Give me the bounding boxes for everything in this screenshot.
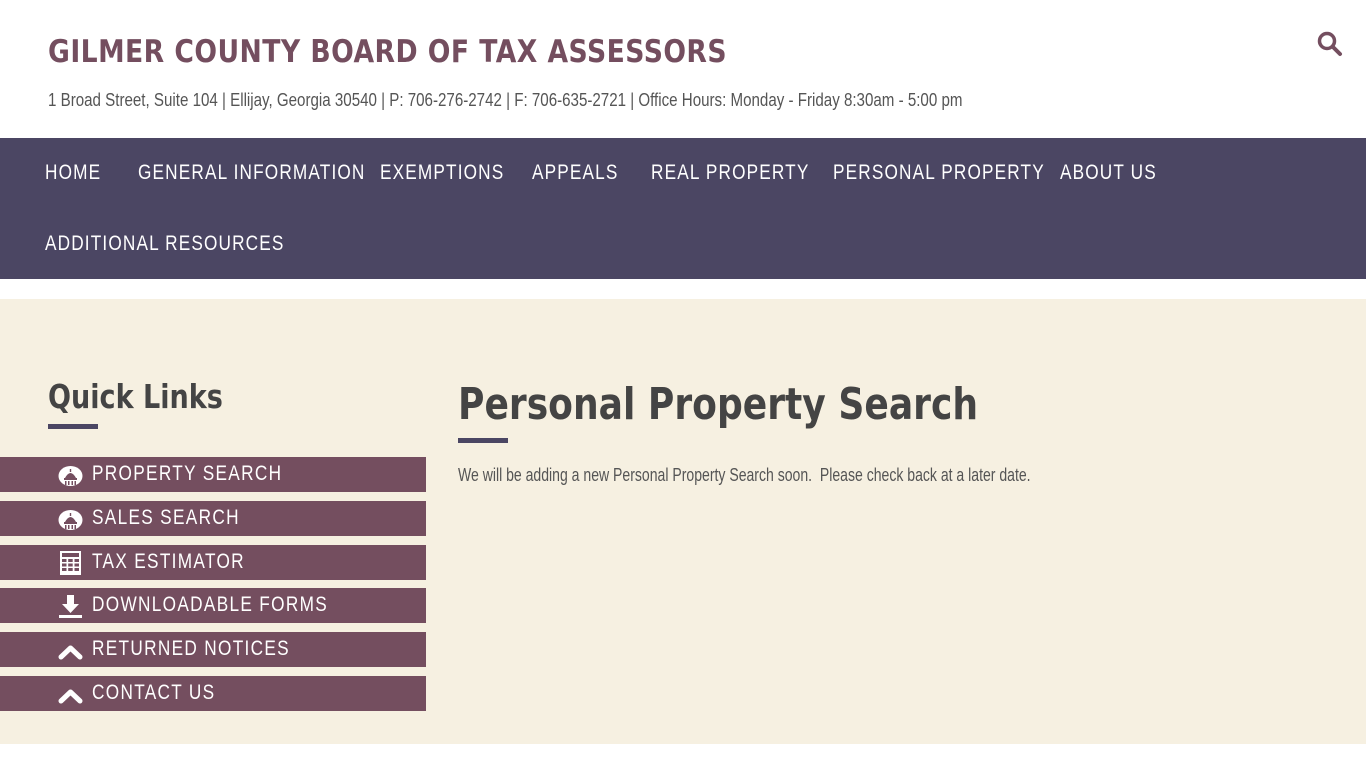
content-area: Quick Links PROPERTY SEARCH SALES SEARCH xyxy=(0,299,1366,744)
quick-link-downloadable-forms[interactable]: DOWNLOADABLE FORMS xyxy=(0,588,426,623)
quick-link-property-search[interactable]: PROPERTY SEARCH xyxy=(0,457,426,492)
nav-item-about-us[interactable]: ABOUT US xyxy=(1060,161,1157,185)
search-icon xyxy=(1317,31,1342,56)
quick-link-label: RETURNED NOTICES xyxy=(92,637,290,660)
quick-link-label: DOWNLOADABLE FORMS xyxy=(92,593,329,616)
site-header: GILMER COUNTY BOARD OF TAX ASSESSORS 1 B… xyxy=(0,0,1366,138)
courthouse-icon xyxy=(58,466,83,486)
search-button[interactable] xyxy=(1316,30,1344,58)
quick-link-tax-estimator[interactable]: TAX ESTIMATOR xyxy=(0,545,426,580)
quick-link-contact-us[interactable]: CONTACT US xyxy=(0,676,426,711)
quick-link-label: PROPERTY SEARCH xyxy=(92,462,283,485)
site-title[interactable]: GILMER COUNTY BOARD OF TAX ASSESSORS xyxy=(48,34,727,70)
quick-links-heading: Quick Links xyxy=(48,377,223,416)
main-nav: HOME GENERAL INFORMATION EXEMPTIONS APPE… xyxy=(0,138,1366,279)
nav-item-additional-resources[interactable]: ADDITIONAL RESOURCES xyxy=(45,232,285,256)
heading-underline xyxy=(48,424,98,429)
nav-item-general-information[interactable]: GENERAL INFORMATION xyxy=(138,161,366,185)
quick-link-sales-search[interactable]: SALES SEARCH xyxy=(0,501,426,536)
page-title: Personal Property Search xyxy=(458,379,979,430)
quick-link-returned-notices[interactable]: RETURNED NOTICES xyxy=(0,632,426,667)
chevron-up-icon xyxy=(58,689,83,704)
nav-item-appeals[interactable]: APPEALS xyxy=(532,161,619,185)
nav-item-exemptions[interactable]: EXEMPTIONS xyxy=(380,161,504,185)
page-body-text: We will be adding a new Personal Propert… xyxy=(458,465,1031,485)
download-icon xyxy=(59,595,82,618)
quick-link-label: TAX ESTIMATOR xyxy=(92,550,245,573)
chevron-up-icon xyxy=(58,645,83,660)
calculator-grid-icon xyxy=(60,551,81,575)
contact-info: 1 Broad Street, Suite 104 | Ellijay, Geo… xyxy=(48,90,963,110)
courthouse-icon xyxy=(58,510,83,530)
quick-link-label: CONTACT US xyxy=(92,681,216,704)
nav-item-personal-property[interactable]: PERSONAL PROPERTY xyxy=(833,161,1045,185)
quick-link-label: SALES SEARCH xyxy=(92,506,240,529)
nav-item-real-property[interactable]: REAL PROPERTY xyxy=(651,161,809,185)
title-underline xyxy=(458,438,508,443)
nav-item-home[interactable]: HOME xyxy=(45,161,101,185)
